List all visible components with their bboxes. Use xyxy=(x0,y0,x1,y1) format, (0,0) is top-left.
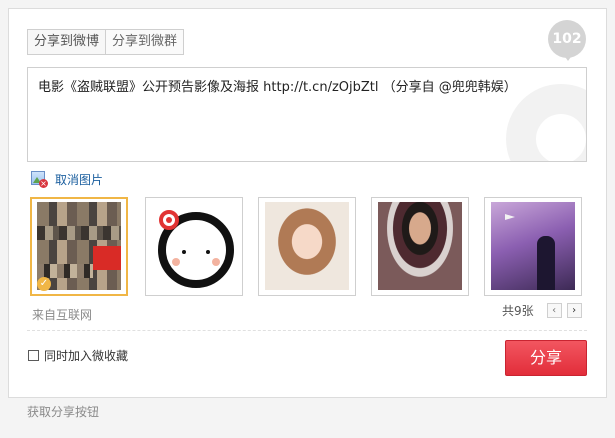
thumb-silhouette[interactable] xyxy=(484,197,582,296)
prev-icon[interactable]: ‹ xyxy=(546,302,562,318)
thumb-face-avatar[interactable] xyxy=(145,197,243,296)
image-count-label: 共9张 xyxy=(502,303,534,318)
share-text: 电影《盗贼联盟》公开预告影像及海报 http://t.cn/zOjbZtl （分… xyxy=(38,80,517,95)
check-icon: ✓ xyxy=(37,277,51,291)
share-button[interactable]: 分享 xyxy=(505,340,587,376)
next-icon[interactable]: › xyxy=(566,302,582,318)
portrait-image-2 xyxy=(378,202,462,290)
thumb-portrait-2[interactable] xyxy=(371,197,469,296)
silhouette-image xyxy=(491,202,575,290)
tab-weiqun[interactable]: 分享到微群 xyxy=(105,30,183,54)
thumb-collage[interactable]: ✓ xyxy=(30,197,128,296)
favorites-checkbox[interactable] xyxy=(28,350,39,361)
portrait-image-1 xyxy=(265,202,349,290)
share-tabs: 分享到微博 分享到微群 xyxy=(27,29,185,55)
cancel-image-link[interactable]: 取消图片 xyxy=(55,171,103,188)
cancel-image-row: × 取消图片 xyxy=(31,170,103,188)
favorites-checkbox-label: 同时加入微收藏 xyxy=(44,349,129,363)
favorites-option: 同时加入微收藏 xyxy=(28,347,128,364)
get-share-button-link[interactable]: 获取分享按钮 xyxy=(27,403,99,420)
image-source-label: 来自互联网 xyxy=(32,308,93,322)
char-count-badge: 102 xyxy=(548,20,586,61)
face-avatar-image xyxy=(152,202,236,290)
divider xyxy=(27,330,587,331)
image-remove-icon: × xyxy=(31,171,48,188)
image-pager: 共9张 ‹ › xyxy=(502,301,582,319)
tab-weibo[interactable]: 分享到微博 xyxy=(28,30,106,54)
thumb-portrait-1[interactable] xyxy=(258,197,356,296)
share-text-input[interactable]: 电影《盗贼联盟》公开预告影像及海报 http://t.cn/zOjbZtl （分… xyxy=(27,67,587,162)
collage-image xyxy=(37,202,121,290)
